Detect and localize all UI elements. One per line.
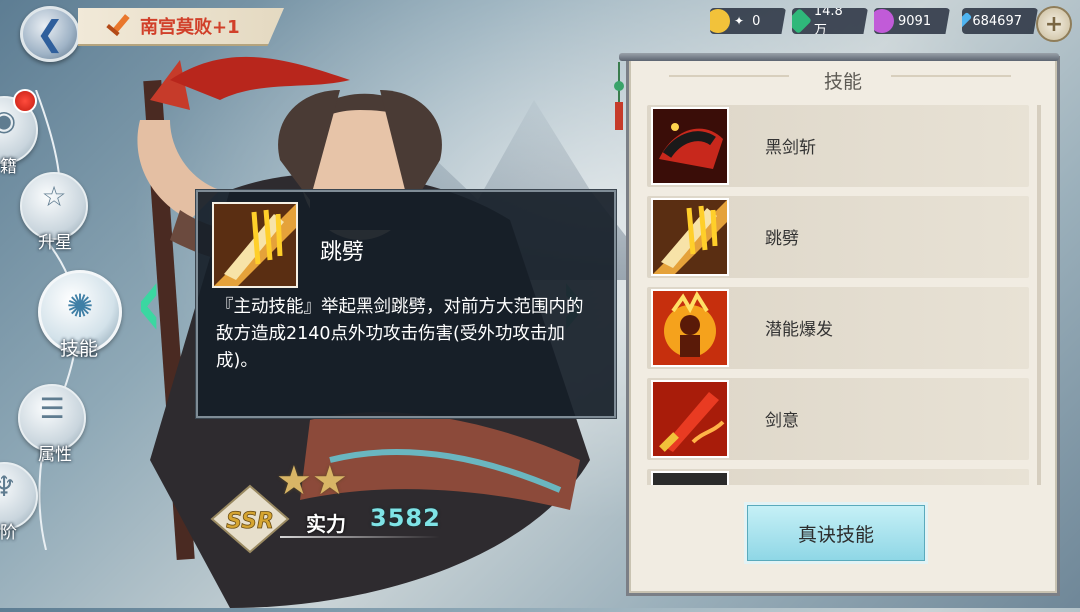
resource-value: 684697	[972, 13, 1022, 29]
back-button[interactable]: ❮	[20, 6, 80, 62]
resource-diamond[interactable]: 684697	[962, 8, 1038, 34]
plus-icon: +	[1044, 11, 1064, 37]
tooltip-skill-description: 『主动技能』举起黑剑跳劈，对前方大范围内的敌方造成2140点外功攻击伤害(受外功…	[216, 297, 584, 371]
nav-label-rank: 阶	[0, 523, 17, 543]
prev-hero-arrow[interactable]: ‹	[136, 244, 162, 362]
scroll-rod	[619, 53, 1059, 61]
skill-row-leap-slash[interactable]: 跳劈	[647, 196, 1029, 278]
resource-value: 9091	[898, 13, 932, 29]
leap-slash-icon	[651, 198, 729, 276]
skill-tooltip: 跳劈 『主动技能』举起黑剑跳劈，对前方大范围内的敌方造成2140点外功攻击伤害(…	[195, 189, 617, 419]
sword-intent-icon	[651, 380, 729, 458]
skill-name: 跳劈	[765, 229, 799, 249]
star-icon: ★	[311, 458, 348, 504]
skill-icon: ✺	[66, 287, 94, 325]
skill-name: 潜能爆发	[765, 320, 833, 340]
star-icon: ☆	[41, 180, 67, 213]
skill-list[interactable]: 黑剑斩 跳劈 潜能爆发 剑意	[647, 105, 1029, 485]
attribute-icon: ☰	[39, 392, 65, 425]
nav-label-attribute: 属性	[38, 445, 72, 465]
rank-icon: ♆	[0, 470, 17, 503]
resource-gold[interactable]: ✦ 0	[710, 8, 786, 34]
resource-green-gem[interactable]: 14.8万	[792, 8, 868, 34]
power-label: 实力	[306, 512, 346, 536]
add-currency-button[interactable]: +	[1036, 6, 1072, 42]
panel-title: 技能	[823, 71, 862, 93]
back-arrow-icon: ❮	[35, 14, 65, 54]
resource-value: 0	[752, 13, 761, 29]
potential-burst-icon	[651, 289, 729, 367]
nav-label-star-up: 升星	[38, 233, 72, 253]
hero-name: 南宫莫败+1	[140, 17, 240, 38]
notification-dot	[13, 89, 37, 113]
rarity-badge: SSR	[210, 484, 290, 554]
sword-class-icon	[104, 11, 134, 41]
leap-slash-icon	[212, 202, 298, 288]
skill-panel: 技能 黑剑斩 跳劈 潜能爆发 剑意 真诀技能	[619, 53, 1060, 596]
nav-label-book: 籍	[0, 157, 17, 177]
skill-row-sword-intent[interactable]: 剑意	[647, 378, 1029, 460]
skill-icon	[651, 471, 729, 485]
hero-name-banner: 南宫莫败+1	[78, 8, 284, 46]
true-skill-button[interactable]: 真诀技能	[747, 505, 925, 561]
true-skill-button-label: 真诀技能	[797, 523, 874, 546]
skill-row-potential-burst[interactable]: 潜能爆发	[647, 287, 1029, 369]
skill-row-partial[interactable]	[647, 469, 1029, 485]
resource-value: 14.8万	[813, 4, 843, 38]
skill-name: 剑意	[765, 411, 799, 431]
tooltip-skill-name: 跳劈	[320, 240, 365, 265]
skill-list-scrollbar[interactable]	[1037, 105, 1041, 485]
power-value: 3582	[370, 504, 441, 532]
skill-name: 黑剑斩	[765, 138, 816, 158]
skill-row-black-sword-slash[interactable]: 黑剑斩	[647, 105, 1029, 187]
rarity-text: SSR	[226, 509, 274, 534]
tassel-decoration	[614, 62, 624, 130]
power-underline	[280, 536, 440, 538]
black-sword-slash-icon	[651, 107, 729, 185]
resource-purple-orb[interactable]: 9091	[874, 8, 950, 34]
nav-label-skill: 技能	[60, 338, 99, 360]
